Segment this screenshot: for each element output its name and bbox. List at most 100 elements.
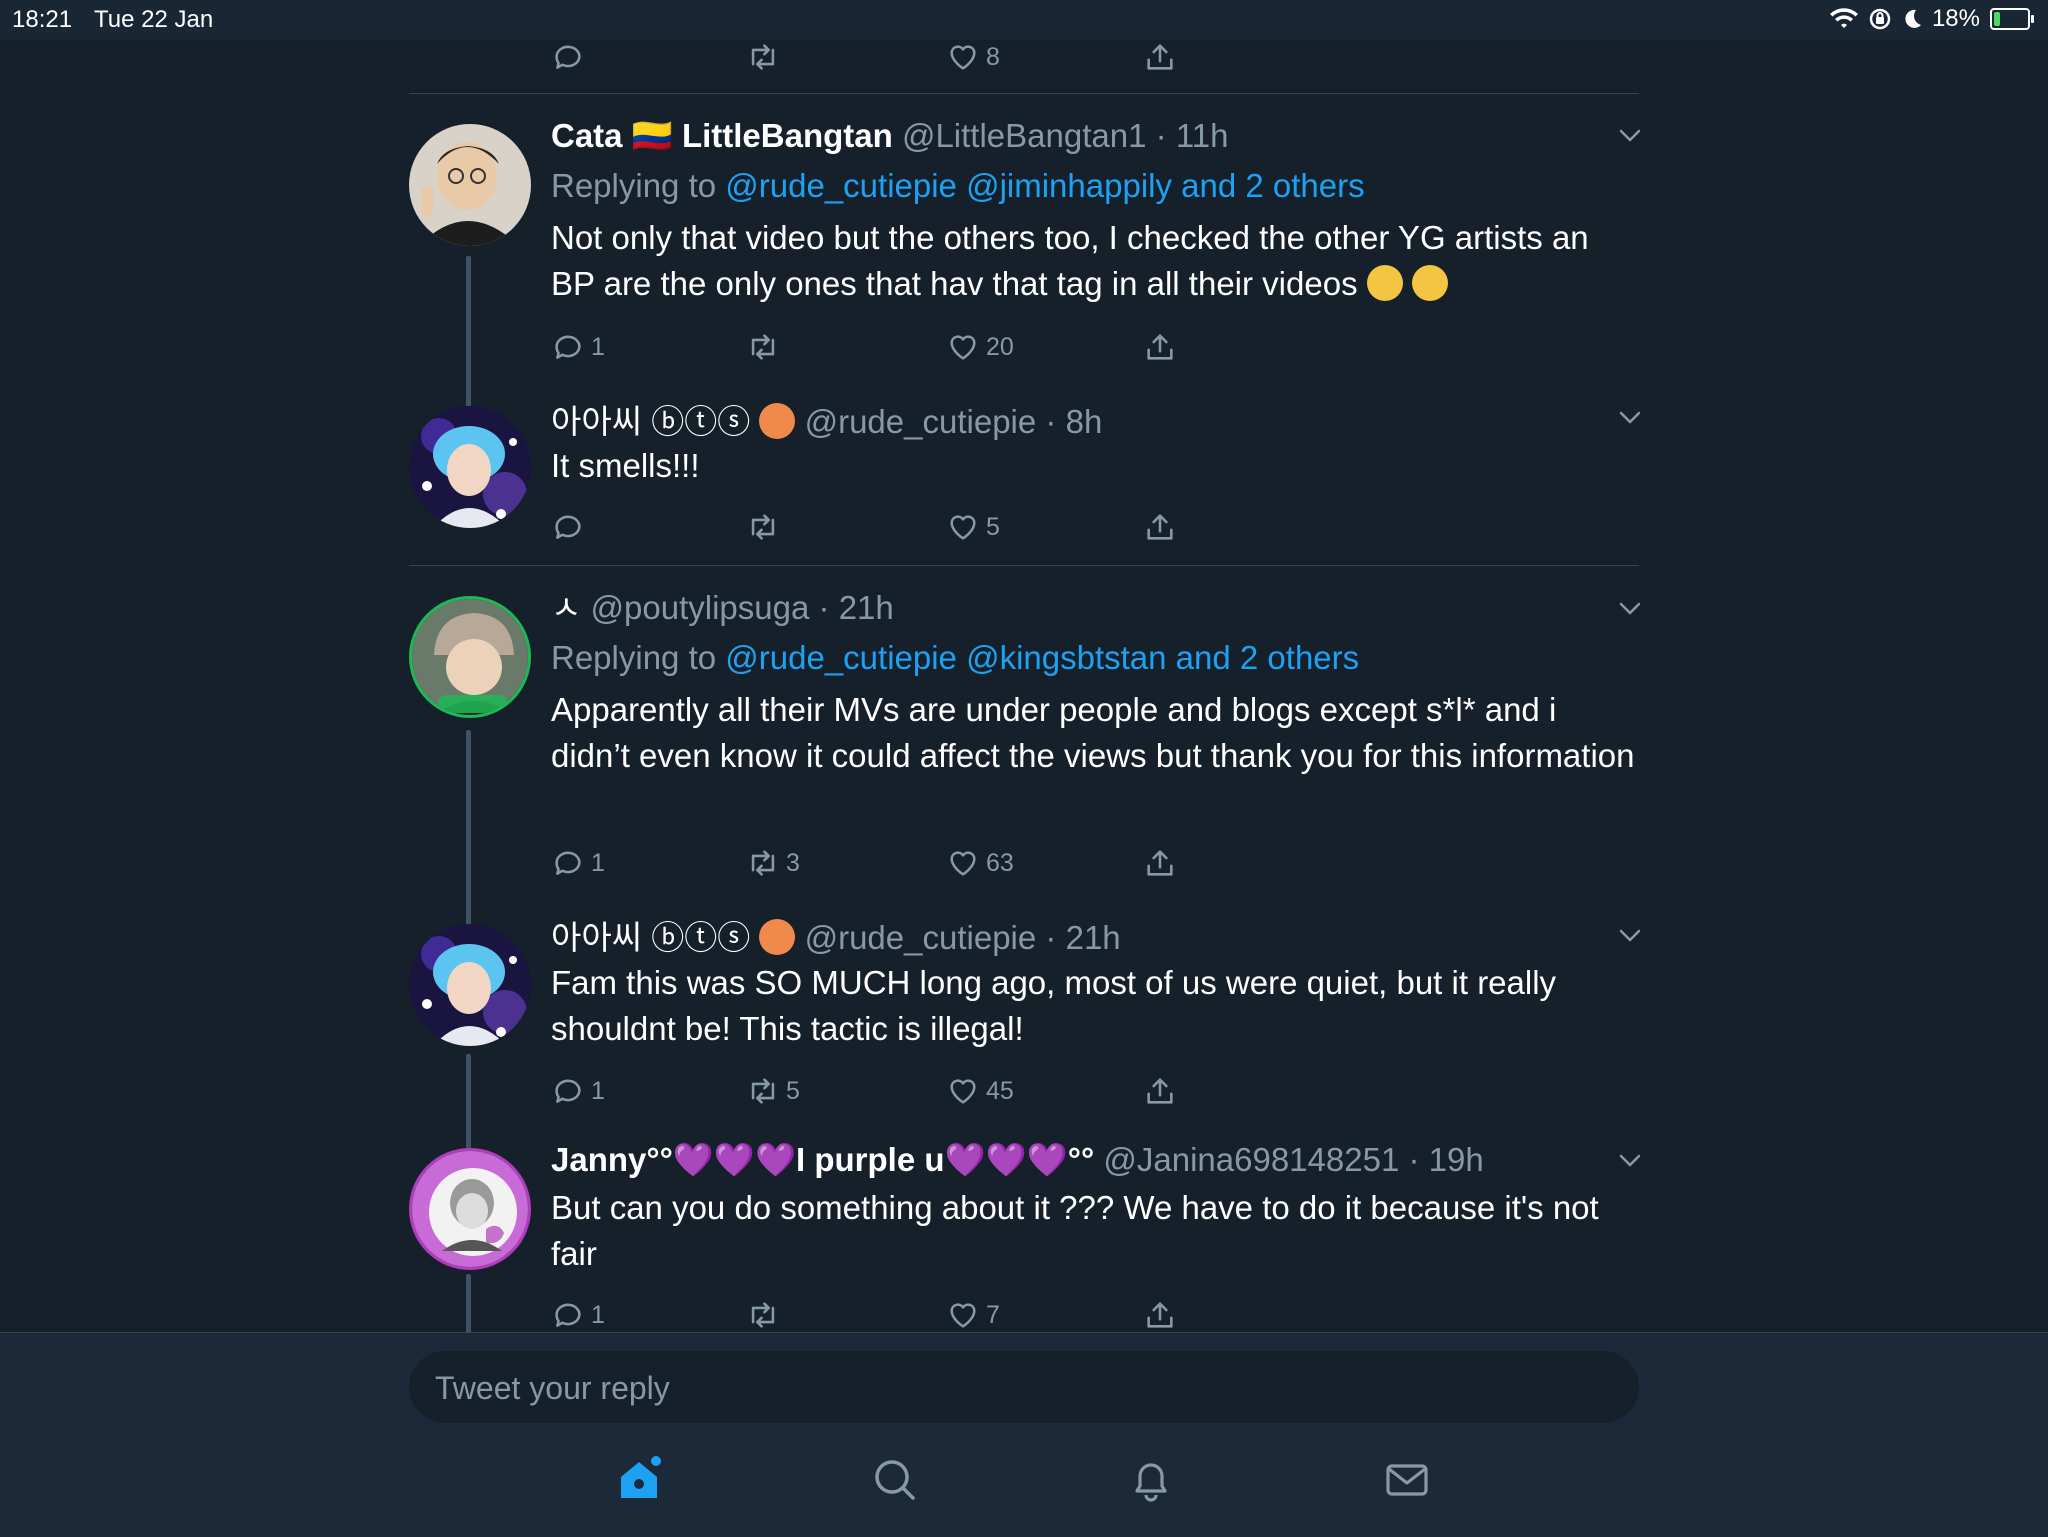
home-icon — [621, 1456, 661, 1498]
tweet-actions: 1 3 63 — [551, 846, 1201, 880]
moon-icon — [1905, 9, 1921, 28]
share-button[interactable] — [1143, 1074, 1177, 1108]
retweet-button[interactable] — [746, 40, 780, 74]
heart-icon — [950, 1303, 976, 1328]
chevron-down-icon[interactable] — [1615, 593, 1645, 623]
share-icon — [1147, 514, 1173, 540]
display-name[interactable]: ㅅ — [551, 589, 581, 626]
retweet-count: 5 — [786, 1076, 800, 1105]
reply-input[interactable] — [433, 1351, 1617, 1425]
display-name[interactable]: 아아씨 ⓑⓣⓢ — [551, 403, 750, 440]
reply-count: 1 — [591, 1300, 605, 1329]
divider — [409, 565, 1639, 566]
replying-to: Replying to @rude_cutiepie @jiminhappily… — [551, 167, 1365, 204]
share-button[interactable] — [1143, 846, 1177, 880]
mention-link[interactable]: @rude_cutiepie @jiminhappily and 2 other… — [725, 167, 1364, 204]
battery-icon — [1990, 8, 2034, 30]
reply-button[interactable] — [551, 40, 585, 74]
user-handle[interactable]: @rude_cutiepie — [805, 403, 1037, 440]
search-icon — [875, 1460, 915, 1500]
like-count: 20 — [986, 332, 1014, 361]
status-date: Tue 22 Jan — [94, 6, 214, 33]
retweet-button[interactable]: 5 — [746, 1074, 800, 1108]
tweet-text: Not only that video but the others too, … — [551, 219, 1589, 302]
heart-icon — [950, 515, 976, 540]
like-count: 8 — [986, 42, 1000, 71]
share-button[interactable] — [1143, 40, 1177, 74]
share-button[interactable] — [1143, 330, 1177, 364]
like-button[interactable]: 45 — [946, 1074, 1014, 1108]
user-handle[interactable]: @poutylipsuga — [591, 589, 810, 626]
tweet-time: 21h — [1065, 919, 1121, 956]
heart-icon — [950, 1079, 976, 1104]
avatar[interactable] — [409, 596, 531, 718]
avatar[interactable] — [409, 924, 531, 1046]
avatar[interactable] — [409, 124, 531, 246]
eye-roll-face-icon — [1411, 265, 1448, 301]
chevron-down-icon[interactable] — [1615, 1145, 1645, 1175]
chevron-down-icon[interactable] — [1615, 120, 1645, 150]
user-handle[interactable]: @Janina698148251 — [1103, 1141, 1399, 1178]
tweet-header: Cata 🇨🇴 LittleBangtan @LittleBangtan1 · … — [551, 117, 1229, 154]
reply-button[interactable]: 1 — [551, 330, 605, 364]
display-name[interactable]: Cata 🇨🇴 LittleBangtan — [551, 117, 893, 154]
reply-button[interactable]: 1 — [551, 1074, 605, 1108]
like-count: 45 — [986, 1076, 1014, 1105]
tweet-text: It smells!!! — [551, 447, 700, 484]
reply-button[interactable]: 1 — [551, 846, 605, 880]
tab-home[interactable] — [612, 1453, 666, 1507]
reply-composer[interactable] — [409, 1351, 1639, 1425]
like-button[interactable]: 7 — [946, 1298, 1000, 1332]
like-button[interactable]: 5 — [946, 510, 1000, 544]
user-handle[interactable]: @LittleBangtan1 — [902, 117, 1147, 154]
avatar-image — [412, 1151, 528, 1267]
retweet-count: 3 — [786, 848, 800, 877]
retweet-button[interactable] — [746, 510, 786, 544]
avatar[interactable] — [409, 406, 531, 528]
mention-link[interactable]: @rude_cutiepie @kingsbtstan and 2 others — [725, 639, 1359, 676]
retweet-button[interactable] — [746, 330, 786, 364]
retweet-button[interactable] — [746, 1298, 786, 1332]
like-button[interactable]: 20 — [946, 330, 1014, 364]
messages-icon — [1386, 1464, 1428, 1496]
share-button[interactable] — [1143, 510, 1177, 544]
tweet-time: 8h — [1065, 403, 1103, 440]
reply-button[interactable]: 1 — [551, 1298, 605, 1332]
tweet-thread[interactable]: 8 Cata 🇨🇴 LittleBangtan @LittleBangtan1 … — [0, 40, 2048, 1332]
like-button[interactable]: 8 — [946, 40, 1000, 74]
tweet-header: Janny°°💜💜💜I purple u💜💜💜°° @Janina6981482… — [551, 1141, 1484, 1178]
notifications-icon — [1135, 1463, 1167, 1502]
share-icon — [1147, 1078, 1173, 1104]
reply-icon — [555, 851, 581, 875]
tweet-actions: 8 — [551, 40, 1201, 74]
status-right: 18% — [1829, 5, 2034, 33]
tweet-actions: 1 5 45 — [551, 1074, 1201, 1108]
tweet-header: 아아씨 ⓑⓣⓢ @rude_cutiepie · 21h — [551, 919, 1121, 956]
chevron-down-icon[interactable] — [1615, 920, 1645, 950]
status-time: 18:21 — [12, 6, 73, 33]
tweet-time: 11h — [1175, 117, 1229, 154]
retweet-icon — [751, 514, 775, 540]
display-name[interactable]: 아아씨 ⓑⓣⓢ — [551, 919, 750, 956]
peach-icon — [759, 403, 796, 439]
chevron-down-icon[interactable] — [1615, 402, 1645, 432]
tab-messages[interactable] — [1380, 1453, 1434, 1507]
tweet-text: Apparently all their MVs are under peopl… — [551, 691, 1635, 774]
heart-icon — [950, 45, 976, 70]
tweet-actions: 1 20 — [551, 330, 1201, 364]
retweet-icon — [751, 1302, 775, 1328]
user-handle[interactable]: @rude_cutiepie — [805, 919, 1037, 956]
tab-notifications[interactable] — [1124, 1453, 1178, 1507]
display-name[interactable]: Janny°°💜💜💜I purple u💜💜💜°° — [551, 1141, 1094, 1178]
like-button[interactable]: 63 — [946, 846, 1014, 880]
reply-icon — [555, 515, 581, 539]
thread-line — [466, 730, 471, 942]
replying-to: Replying to @rude_cutiepie @kingsbtstan … — [551, 639, 1360, 676]
tab-search[interactable] — [868, 1453, 922, 1507]
tweet-header: 아아씨 ⓑⓣⓢ @rude_cutiepie · 8h — [551, 403, 1103, 440]
avatar[interactable] — [409, 1148, 531, 1270]
retweet-button[interactable]: 3 — [746, 846, 800, 880]
share-button[interactable] — [1143, 1298, 1177, 1332]
reply-button[interactable] — [551, 510, 591, 544]
wifi-icon — [1829, 8, 1858, 29]
